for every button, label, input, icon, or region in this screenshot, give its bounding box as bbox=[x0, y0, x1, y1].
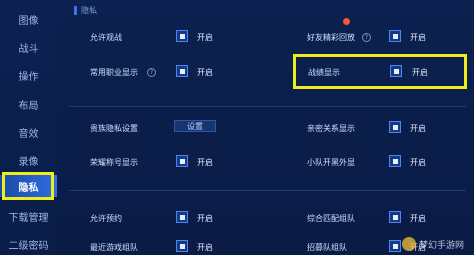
check-icon bbox=[392, 124, 398, 130]
combined-match-checkbox[interactable] bbox=[389, 211, 401, 223]
recent-games-state: 开启 bbox=[197, 243, 213, 252]
check-icon bbox=[179, 214, 185, 220]
allow-watch-checkbox[interactable] bbox=[176, 30, 188, 42]
sidebar-item-replay[interactable]: 录像 bbox=[0, 149, 57, 171]
sidebar-item-label: 战斗 bbox=[18, 43, 39, 55]
check-icon bbox=[392, 33, 398, 39]
noble-privacy-settings-button[interactable]: 设置 bbox=[174, 120, 216, 132]
sidebar-item-label: 二级密码 bbox=[8, 240, 49, 252]
battle-record-label: 战绩显示 bbox=[308, 68, 340, 77]
watermark: 梦幻手游网 bbox=[402, 236, 468, 252]
honor-title-checkbox[interactable] bbox=[176, 155, 188, 167]
recruit-team-label: 招募队组队 bbox=[307, 243, 347, 252]
intimate-relation-label: 亲密关系显示 bbox=[307, 124, 355, 133]
check-icon bbox=[392, 158, 398, 164]
allow-watch-label: 允许观战 bbox=[90, 33, 122, 42]
common-role-checkbox[interactable] bbox=[176, 65, 188, 77]
team-outfit-state: 开启 bbox=[410, 158, 426, 167]
section-header: 隐私 bbox=[74, 4, 97, 16]
sidebar-item-secondary-password[interactable]: 二级密码 bbox=[0, 233, 57, 255]
noble-privacy-label: 贵族隐私设置 bbox=[90, 124, 138, 133]
allow-watch-state: 开启 bbox=[197, 33, 213, 42]
sidebar-item-label: 图像 bbox=[18, 15, 39, 27]
check-icon bbox=[392, 214, 398, 220]
friend-highlights-label: 好友精彩回放 bbox=[307, 33, 355, 42]
allow-reserve-checkbox[interactable] bbox=[176, 211, 188, 223]
sidebar-item-label: 布局 bbox=[18, 100, 39, 112]
sidebar-item-label: 音效 bbox=[18, 128, 39, 140]
common-role-state: 开启 bbox=[197, 68, 213, 77]
honor-title-state: 开启 bbox=[197, 158, 213, 167]
section-marker bbox=[74, 5, 77, 15]
sidebar-item-controls[interactable]: 操作 bbox=[0, 64, 57, 86]
divider bbox=[69, 190, 466, 191]
sidebar-item-label: 录像 bbox=[18, 156, 39, 168]
watermark-text: 梦幻手游网 bbox=[419, 240, 465, 251]
recent-games-label: 最近游戏组队 bbox=[90, 243, 138, 252]
sidebar-item-label: 操作 bbox=[18, 71, 39, 83]
battle-record-state: 开启 bbox=[412, 68, 428, 77]
help-icon[interactable]: ? bbox=[147, 68, 156, 77]
common-role-label: 常用职业显示 bbox=[90, 68, 138, 77]
intimate-relation-checkbox[interactable] bbox=[389, 121, 401, 133]
notification-badge bbox=[343, 18, 350, 25]
settings-panel: 隐私 允许观战 开启 好友精彩回放 ? 开启 常用职业显示 ? 开启 战绩显示 … bbox=[57, 0, 474, 255]
battle-record-checkbox[interactable] bbox=[390, 65, 402, 77]
sidebar-item-battle[interactable]: 战斗 bbox=[0, 36, 57, 58]
team-outfit-checkbox[interactable] bbox=[389, 155, 401, 167]
friend-highlights-state: 开启 bbox=[410, 33, 426, 42]
check-icon bbox=[179, 33, 185, 39]
allow-reserve-state: 开启 bbox=[197, 214, 213, 223]
sidebar-item-label: 下载管理 bbox=[8, 212, 49, 224]
intimate-relation-state: 开启 bbox=[410, 124, 426, 133]
sidebar-item-downloads[interactable]: 下载管理 bbox=[0, 205, 57, 227]
watermark-logo-icon bbox=[402, 237, 416, 251]
divider bbox=[69, 106, 466, 107]
friend-highlights-checkbox[interactable] bbox=[389, 30, 401, 42]
check-icon bbox=[179, 68, 185, 74]
check-icon bbox=[179, 158, 185, 164]
recruit-team-checkbox[interactable] bbox=[389, 240, 401, 252]
sidebar-item-layout[interactable]: 布局 bbox=[0, 93, 57, 115]
honor-title-label: 荣耀称号显示 bbox=[90, 158, 138, 167]
section-title: 隐私 bbox=[81, 5, 97, 15]
check-icon bbox=[393, 68, 399, 74]
allow-reserve-label: 允许预约 bbox=[90, 214, 122, 223]
sidebar-item-sound[interactable]: 音效 bbox=[0, 121, 57, 143]
recent-games-checkbox[interactable] bbox=[176, 240, 188, 252]
privacy-highlight-box bbox=[2, 172, 54, 200]
sidebar: 图像 战斗 操作 布局 音效 录像 隐私 下载管理 二级密码 bbox=[0, 0, 58, 255]
check-icon bbox=[392, 243, 398, 249]
combined-match-label: 综合匹配组队 bbox=[307, 214, 355, 223]
sidebar-item-graphics[interactable]: 图像 bbox=[0, 8, 57, 30]
help-icon[interactable]: ? bbox=[362, 33, 371, 42]
team-outfit-label: 小队开黑外显 bbox=[307, 158, 355, 167]
combined-match-state: 开启 bbox=[410, 214, 426, 223]
check-icon bbox=[179, 243, 185, 249]
